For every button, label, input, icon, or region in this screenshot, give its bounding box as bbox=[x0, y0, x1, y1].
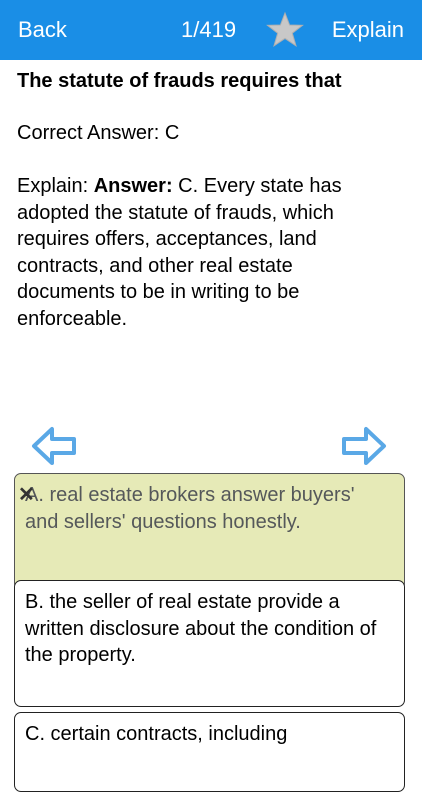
option-b-label: B. the seller of real estate provide a w… bbox=[25, 591, 377, 666]
option-b[interactable]: B. the seller of real estate provide a w… bbox=[14, 580, 405, 707]
question-counter: 1/419 bbox=[181, 17, 237, 42]
explain-button[interactable]: Explain bbox=[332, 16, 404, 44]
option-c-label: C. certain contracts, including bbox=[25, 723, 288, 745]
arrow-right-icon[interactable] bbox=[340, 424, 388, 468]
explain-answer-label: Answer: bbox=[93, 175, 173, 197]
explain-prefix: Explain: bbox=[17, 175, 94, 197]
question-text: The statute of frauds requires that bbox=[17, 70, 342, 92]
back-button[interactable]: Back bbox=[18, 16, 67, 44]
explain-body: C. Every state has adopted the statute o… bbox=[17, 175, 342, 330]
nav-bar: Back 1/419 Explain bbox=[0, 0, 422, 60]
x-icon: ✕ bbox=[18, 484, 35, 506]
option-a[interactable]: ✕ A. real estate brokers answer buyers' … bbox=[14, 473, 405, 590]
arrow-left-icon[interactable] bbox=[30, 424, 78, 468]
correct-answer: Correct Answer: C bbox=[17, 122, 180, 144]
option-a-label: A. real estate brokers answer buyers' an… bbox=[25, 484, 355, 533]
explanation-text: Explain: Answer: C. Every state has adop… bbox=[17, 173, 389, 332]
option-c[interactable]: C. certain contracts, including bbox=[14, 712, 405, 792]
star-icon[interactable] bbox=[266, 11, 304, 49]
